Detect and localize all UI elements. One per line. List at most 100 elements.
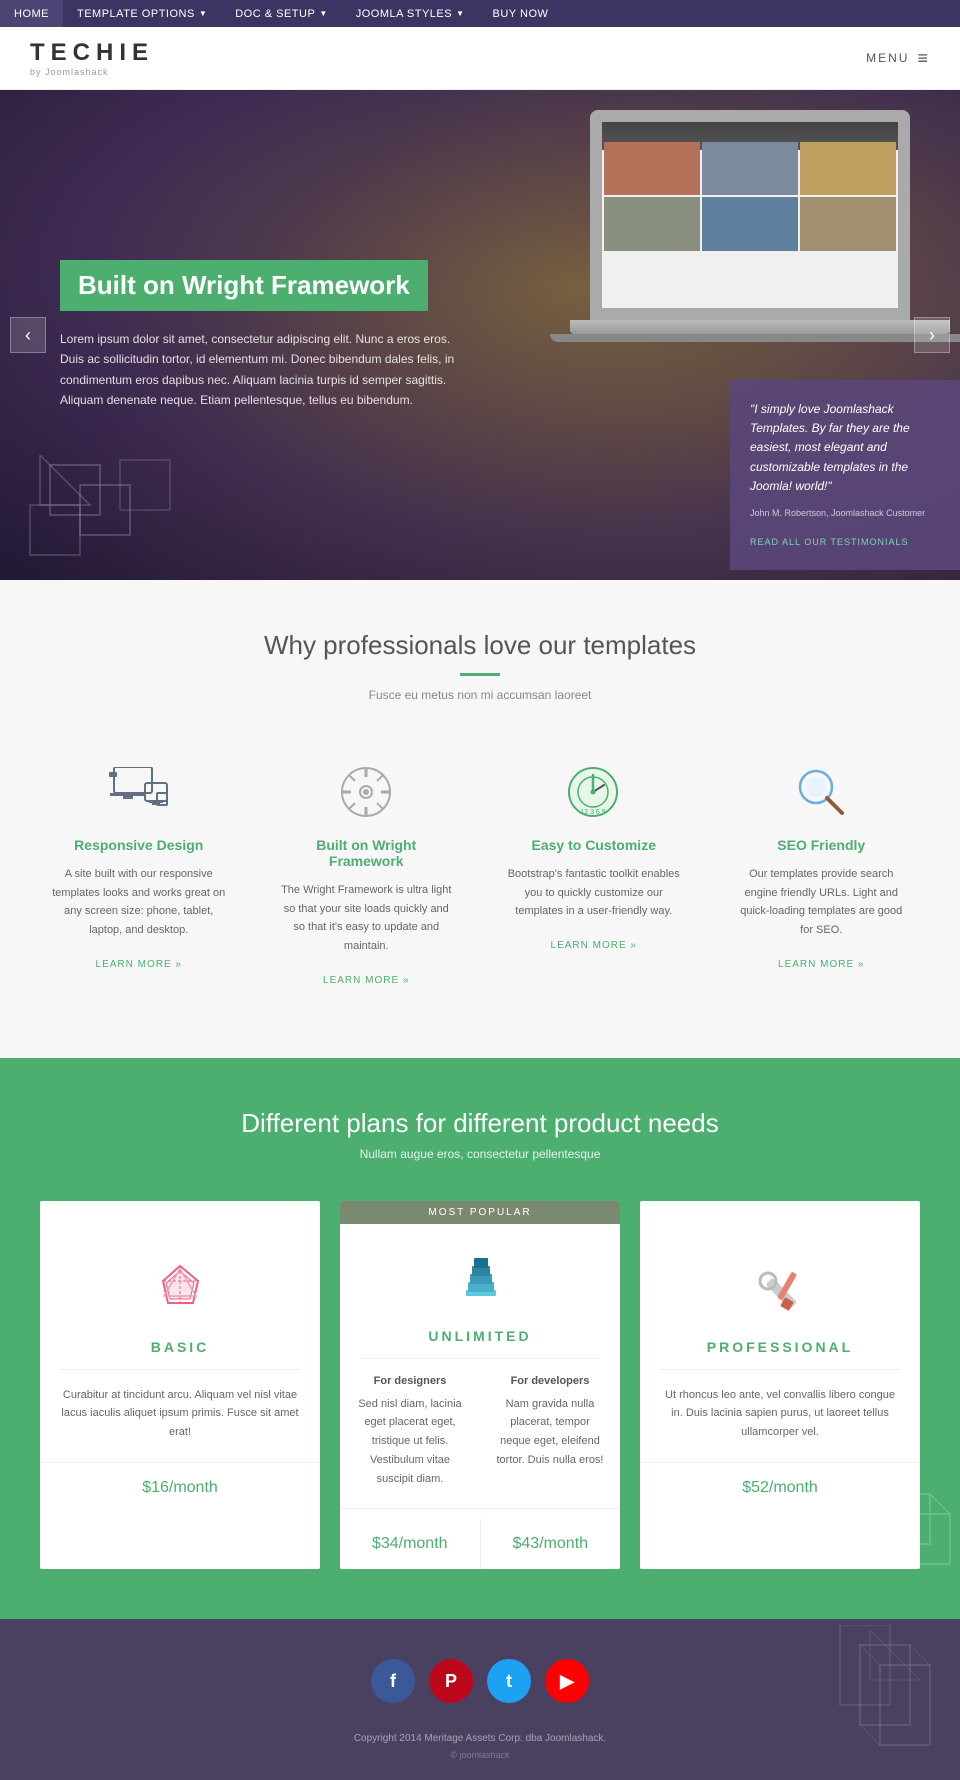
hero-title: Built on Wright Framework (60, 260, 428, 311)
feature-title: Responsive Design (50, 837, 228, 853)
screen-cell (702, 197, 798, 250)
hero-next-button[interactable]: › (914, 317, 950, 353)
plan-name-unlimited: UNLIMITED (340, 1328, 620, 1344)
feature-wright: Built on Wright Framework The Wright Fra… (268, 742, 466, 1008)
plan-desc-basic: Curabitur at tincidunt arcu. Aliquam vel… (40, 1386, 320, 1442)
site-footer: f P t ▶ Copyright 2014 Meritage Assets C… (0, 1619, 960, 1780)
feature-seo: SEO Friendly Our templates provide searc… (723, 742, 921, 1008)
nav-joomla-styles[interactable]: JOOMLA STYLES ▼ (342, 0, 479, 27)
customize-icon: 12 3 6 9 (564, 762, 624, 822)
plan-badge-unlimited: MOST POPULAR (340, 1201, 620, 1224)
menu-label: MENU (866, 51, 909, 65)
dropdown-arrow: ▼ (319, 9, 327, 18)
plan-unlimited-cols: For designers Sed nisl diam, lacinia ege… (340, 1375, 620, 1508)
plan-unlimited: MOST POPULAR UNLIMITED For designers Sed… (340, 1201, 620, 1569)
facebook-icon[interactable]: f (371, 1659, 415, 1703)
testimonial-author: John M. Robertson, Joomlashack Customer (750, 508, 940, 518)
basic-icon (145, 1259, 215, 1329)
why-section: Why professionals love our templates Fus… (0, 580, 960, 1058)
feature-learn-more[interactable]: LEARN MORE » (323, 975, 409, 986)
plans-grid: BASIC Curabitur at tincidunt arcu. Aliqu… (40, 1201, 920, 1569)
plan-col-desc: Sed nisl diam, lacinia eget placerat ege… (355, 1395, 465, 1488)
laptop-bottom (550, 334, 960, 342)
hero-text: Lorem ipsum dolor sit amet, consectetur … (60, 329, 460, 411)
feature-customize: 12 3 6 9 Easy to Customize Bootstrap's f… (495, 742, 693, 1008)
plan-price-basic: $16/month (40, 1462, 320, 1513)
plan-col-title: For developers (495, 1375, 605, 1387)
laptop (540, 110, 960, 390)
plan-name-professional: PROFESSIONAL (640, 1339, 920, 1355)
nav-home[interactable]: HOME (0, 0, 63, 27)
plan-col-designers: For designers Sed nisl diam, lacinia ege… (340, 1375, 480, 1508)
plan-price-unlimited1: $34/month (340, 1519, 481, 1569)
youtube-icon[interactable]: ▶ (545, 1659, 589, 1703)
laptop-screen (590, 110, 910, 320)
plan-name-basic: BASIC (40, 1339, 320, 1355)
screen-cell (800, 197, 896, 250)
feature-title: Easy to Customize (505, 837, 683, 853)
feature-desc: The Wright Framework is ultra light so t… (278, 881, 456, 956)
footer-geometric-shapes (780, 1625, 960, 1780)
plan-professional: PROFESSIONAL Ut rhoncus leo ante, vel co… (640, 1201, 920, 1569)
professional-icon (745, 1259, 815, 1329)
dropdown-arrow: ▼ (456, 9, 464, 18)
screen-cell (604, 142, 700, 195)
testimonial-box: "I simply love Joomlashack Templates. By… (730, 380, 960, 570)
responsive-icon (109, 762, 169, 822)
feature-desc: Bootstrap's fantastic toolkit enables yo… (505, 865, 683, 921)
feature-title: Built on Wright Framework (278, 837, 456, 869)
plans-title: Different plans for different product ne… (40, 1108, 920, 1139)
main-nav: HOME TEMPLATE OPTIONS ▼ DOC & SETUP ▼ JO… (0, 0, 960, 27)
why-subtitle: Fusce eu metus non mi accumsan laoreet (40, 688, 920, 702)
nav-buy-now[interactable]: BUY NOW (479, 0, 563, 27)
plan-col-developers: For developers Nam gravida nulla placera… (480, 1375, 620, 1508)
seo-icon (791, 762, 851, 822)
plan-divider (60, 1369, 300, 1370)
feature-desc: Our templates provide search engine frie… (733, 865, 911, 940)
menu-button[interactable]: MENU ≡ (866, 48, 930, 69)
plan-col-desc: Nam gravida nulla placerat, tempor neque… (495, 1395, 605, 1470)
hero-content: Built on Wright Framework Lorem ipsum do… (0, 260, 520, 411)
plans-subtitle: Nullam augue eros, consectetur pellentes… (40, 1147, 920, 1161)
feature-learn-more[interactable]: LEARN MORE » (778, 959, 864, 970)
logo-main: TECHIE (30, 39, 154, 66)
hero-prev-button[interactable]: ‹ (10, 317, 46, 353)
testimonial-link[interactable]: READ ALL OUR TESTIMONIALS (750, 537, 909, 547)
nav-template-options[interactable]: TEMPLATE OPTIONS ▼ (63, 0, 221, 27)
geometric-shapes-left (20, 455, 220, 580)
plan-col-title: For designers (355, 1375, 465, 1387)
svg-text:12 3 6 9: 12 3 6 9 (581, 809, 606, 816)
laptop-base (570, 320, 950, 334)
site-header: TECHIE by Joomlashack MENU ≡ (0, 27, 960, 90)
logo-text: TECHIE (30, 39, 154, 67)
plan-divider (360, 1358, 600, 1359)
pinterest-icon[interactable]: P (429, 1659, 473, 1703)
screen-cell (604, 197, 700, 250)
feature-responsive: Responsive Design A site built with our … (40, 742, 238, 1008)
dropdown-arrow: ▼ (199, 9, 207, 18)
plan-desc-professional: Ut rhoncus leo ante, vel convallis liber… (640, 1386, 920, 1442)
features-grid: Responsive Design A site built with our … (40, 742, 920, 1008)
screen-cell (800, 142, 896, 195)
feature-learn-more[interactable]: LEARN MORE » (551, 940, 637, 951)
hero-section: ‹ Built on Wright Framework Lorem ipsum … (0, 90, 960, 580)
plan-price-unlimited2: $43/month (481, 1519, 621, 1569)
why-divider (460, 673, 500, 676)
logo-sub: by Joomlashack (30, 67, 154, 77)
why-title: Why professionals love our templates (40, 630, 920, 661)
logo: TECHIE by Joomlashack (30, 39, 154, 77)
feature-desc: A site built with our responsive templat… (50, 865, 228, 940)
twitter-icon[interactable]: t (487, 1659, 531, 1703)
hamburger-icon: ≡ (917, 48, 930, 69)
laptop-screen-content (602, 122, 898, 308)
screen-cell (702, 142, 798, 195)
plans-section: Different plans for different product ne… (0, 1058, 960, 1619)
wright-icon (336, 762, 396, 822)
plan-price-professional: $52/month (640, 1462, 920, 1513)
feature-learn-more[interactable]: LEARN MORE » (96, 959, 182, 970)
plan-divider (660, 1369, 900, 1370)
feature-title: SEO Friendly (733, 837, 911, 853)
plan-basic: BASIC Curabitur at tincidunt arcu. Aliqu… (40, 1201, 320, 1569)
testimonial-quote: "I simply love Joomlashack Templates. By… (750, 400, 940, 496)
nav-doc-setup[interactable]: DOC & SETUP ▼ (221, 0, 342, 27)
